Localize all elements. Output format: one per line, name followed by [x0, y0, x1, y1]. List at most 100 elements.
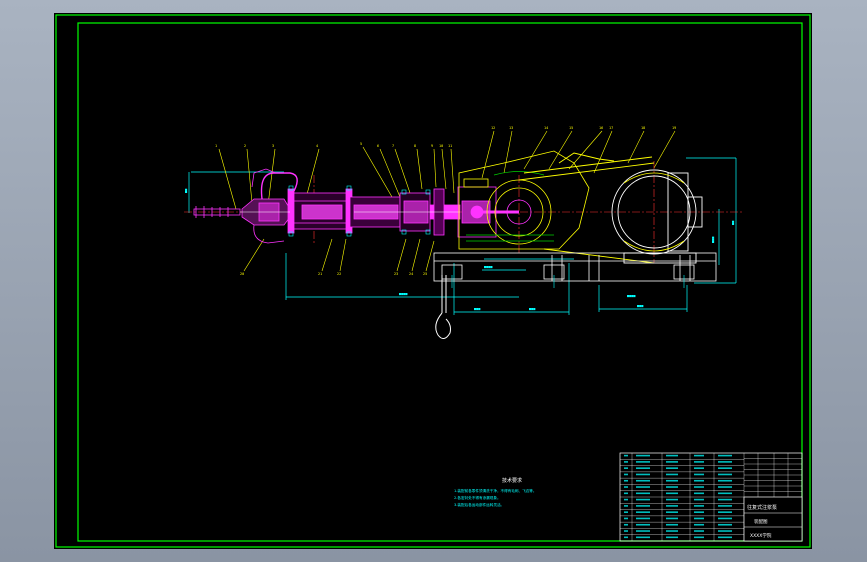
- bom-cell-mark: [636, 530, 650, 532]
- bom-cell-mark: [718, 461, 732, 463]
- svg-text:■■: ■■: [731, 220, 735, 225]
- svg-text:6: 6: [377, 144, 379, 148]
- bom-cell-mark: [718, 505, 732, 507]
- notes-line-2: 2.各密封处不得有渗漏现象。: [454, 495, 501, 500]
- bom-cell-mark: [624, 511, 628, 513]
- lifting-hook: [435, 275, 451, 339]
- bom-cell-mark: [624, 479, 628, 482]
- bom-cell-mark: [718, 530, 732, 532]
- svg-text:18: 18: [641, 126, 645, 130]
- bom-cell-mark: [694, 517, 704, 520]
- bom-cell-mark: [636, 486, 650, 488]
- svg-text:13: 13: [509, 126, 513, 130]
- bom-cell-mark: [636, 498, 650, 501]
- bom-cell-mark: [694, 536, 704, 539]
- bom-cell-mark: [636, 461, 650, 463]
- bom-cell-mark: [694, 479, 704, 482]
- bom-cell-mark: [666, 492, 678, 495]
- svg-text:15: 15: [569, 126, 573, 130]
- technical-notes: 技术要求 1.装配前各零件须清洗干净，不得有毛刺、飞边等。 2.各密封处不得有渗…: [454, 477, 537, 507]
- bom-cell-mark: [666, 530, 678, 532]
- svg-text:11: 11: [448, 144, 452, 148]
- bom-cell-mark: [666, 498, 678, 501]
- gear-case: [458, 150, 590, 250]
- svg-text:10: 10: [439, 144, 443, 148]
- svg-text:23: 23: [394, 272, 398, 276]
- bom-cell-mark: [718, 467, 732, 469]
- bom-cell-mark: [694, 473, 704, 476]
- svg-text:5: 5: [360, 142, 362, 146]
- svg-text:22: 22: [337, 272, 341, 276]
- svg-text:19: 19: [672, 126, 676, 130]
- bom-cell-mark: [718, 536, 732, 539]
- bom-cell-mark: [624, 454, 628, 457]
- svg-text:■■■■: ■■■■: [484, 265, 493, 269]
- svg-text:2: 2: [244, 144, 246, 148]
- bom-cell-mark: [624, 473, 628, 476]
- bom-cell-mark: [694, 454, 704, 457]
- bom-cell-mark: [624, 498, 628, 501]
- svg-text:1: 1: [215, 144, 217, 148]
- bom-cell-mark: [666, 536, 678, 539]
- bom-cell-mark: [718, 498, 732, 501]
- drawing-name: 往复式注浆泵: [747, 504, 777, 511]
- svg-text:4: 4: [316, 144, 318, 148]
- title-block: 往复式注浆泵 装配图 XXXX学院: [743, 496, 803, 542]
- bom-cell-mark: [666, 517, 678, 520]
- notes-line-1: 1.装配前各零件须清洗干净，不得有毛刺、飞边等。: [454, 488, 537, 493]
- bom-cell-mark: [666, 511, 678, 513]
- svg-text:■■: ■■: [184, 188, 188, 193]
- bom-cell-mark: [718, 454, 732, 457]
- svg-text:9: 9: [431, 144, 433, 148]
- svg-text:20: 20: [240, 272, 244, 276]
- bom-cell-mark: [636, 511, 650, 513]
- bom-cell-mark: [718, 523, 732, 526]
- drawing-sheet: ■■■■ ■■■ ■■■ ■■■■ ■■■ ■■■ ■■ ■■■■ ■■ 1 2…: [54, 13, 812, 549]
- bom-cell-mark: [694, 461, 704, 463]
- bom-cell-mark: [718, 511, 732, 513]
- bom-cell-mark: [694, 486, 704, 488]
- bom-cell-mark: [636, 454, 650, 457]
- svg-text:21: 21: [318, 272, 322, 276]
- bom-cell-mark: [666, 505, 678, 507]
- bom-cell-mark: [624, 486, 628, 488]
- bom-cell-mark: [666, 523, 678, 526]
- anchor-bolts: [451, 275, 685, 288]
- svg-text:17: 17: [609, 126, 613, 130]
- bom-cell-mark: [718, 479, 732, 482]
- bom-cell-mark: [636, 473, 650, 476]
- svg-text:8: 8: [414, 144, 416, 148]
- bom-cell-mark: [636, 536, 650, 539]
- svg-text:■■■: ■■■: [637, 304, 644, 308]
- bom-cell-mark: [694, 530, 704, 532]
- bom-cell-mark: [624, 530, 628, 532]
- bom-cell-mark: [694, 511, 704, 513]
- bom-cell-mark: [636, 467, 650, 469]
- bom-cell-mark: [624, 492, 628, 495]
- bom-cell-mark: [718, 492, 732, 495]
- bom-cell-mark: [694, 492, 704, 495]
- bom-cell-mark: [666, 486, 678, 488]
- notes-title: 技术要求: [502, 477, 522, 484]
- bom-cell-mark: [694, 467, 704, 469]
- bom-cell-mark: [624, 517, 628, 520]
- bom-cell-mark: [624, 461, 628, 463]
- bom-cell-mark: [636, 505, 650, 507]
- svg-text:24: 24: [409, 272, 413, 276]
- bom-cell-mark: [636, 492, 650, 495]
- bom-cell-mark: [636, 523, 650, 526]
- svg-text:3: 3: [272, 144, 274, 148]
- bom-cell-mark: [718, 473, 732, 476]
- cad-drawing: ■■■■ ■■■ ■■■ ■■■■ ■■■ ■■■ ■■ ■■■■ ■■ 1 2…: [55, 14, 811, 548]
- svg-text:■■■: ■■■: [529, 307, 536, 311]
- bom-cell-mark: [636, 517, 650, 520]
- svg-text:■■■: ■■■: [474, 307, 481, 311]
- leader-lines: [218, 130, 676, 272]
- notes-line-3: 3.装配后各运动部件运转灵活。: [454, 502, 504, 507]
- bom-cell-mark: [624, 536, 628, 539]
- bom-cell-mark: [718, 486, 732, 488]
- school-name: XXXX学院: [750, 532, 772, 539]
- bom-cell-mark: [624, 505, 628, 507]
- bom-cell-mark: [718, 517, 732, 520]
- svg-text:16: 16: [599, 126, 603, 130]
